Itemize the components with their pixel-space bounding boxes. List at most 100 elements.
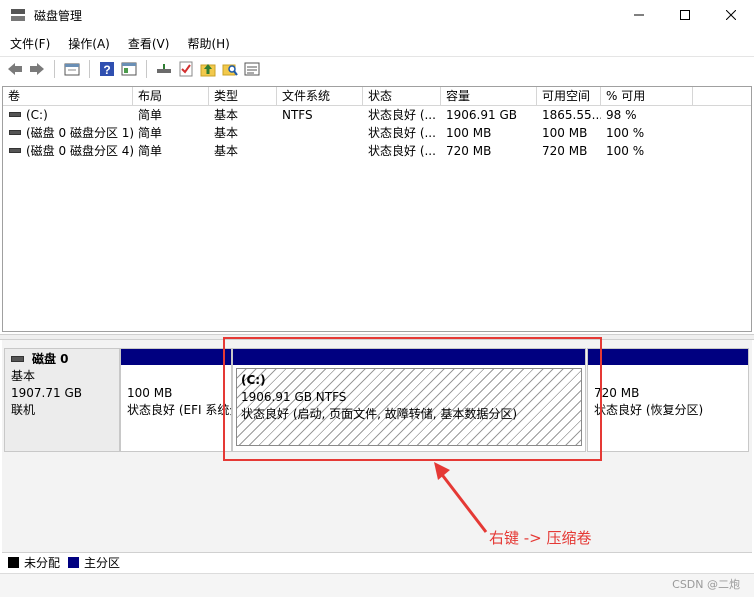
disk-management-icon: [10, 7, 26, 23]
menu-bar: 文件(F) 操作(A) 查看(V) 帮助(H): [0, 32, 754, 54]
col-extra: [693, 87, 751, 105]
cell-filesystem: NTFS: [282, 108, 313, 122]
disk-icon: [11, 355, 24, 362]
cell-free-space: 720 MB: [542, 144, 588, 158]
help-icon: ?: [100, 61, 114, 77]
highlight-box: [223, 337, 602, 461]
cell-status: 状态良好 (...: [368, 144, 436, 158]
list-button[interactable]: [241, 58, 263, 80]
forward-arrow-icon: [30, 62, 44, 75]
table-row[interactable]: (C:) 简单 基本 NTFS 状态良好 (... 1906.91 GB 186…: [3, 106, 751, 124]
cell-type: 基本: [214, 126, 239, 140]
col-free-space[interactable]: 可用空间: [537, 87, 601, 105]
status-bar: [0, 573, 754, 597]
disk-info[interactable]: 磁盘 0 基本 1907.71 GB 联机: [4, 348, 120, 452]
cell-layout: 简单: [138, 144, 163, 158]
legend-swatch: [8, 557, 19, 568]
maximize-icon: [680, 10, 690, 20]
legend-swatch: [68, 557, 80, 568]
connect-button[interactable]: [153, 58, 175, 80]
menu-help[interactable]: 帮助(H): [177, 35, 237, 52]
cell-layout: 简单: [138, 108, 163, 122]
list-icon: [244, 62, 260, 75]
check-button[interactable]: [175, 58, 197, 80]
menu-view[interactable]: 查看(V): [118, 35, 178, 52]
minimize-icon: [634, 14, 644, 16]
menu-action[interactable]: 操作(A): [58, 35, 118, 52]
disk-size: 1907.71 GB: [11, 386, 82, 400]
cell-status: 状态良好 (...: [368, 108, 436, 122]
partition-efi[interactable]: 100 MB 状态良好 (EFI 系统分区): [120, 348, 232, 452]
disk-type: 基本: [11, 369, 36, 383]
cell-percent-free: 100 %: [606, 144, 645, 158]
search-folder-button[interactable]: [219, 58, 241, 80]
disk-status: 联机: [11, 403, 36, 417]
col-status[interactable]: 状态: [363, 87, 441, 105]
close-button[interactable]: [708, 0, 754, 30]
maximize-button[interactable]: [662, 0, 708, 30]
cell-capacity: 100 MB: [446, 126, 492, 140]
partition-status: 状态良好 (恢复分区): [594, 403, 704, 417]
properties-button[interactable]: [118, 58, 140, 80]
check-icon: [179, 61, 193, 76]
partition-bar: [121, 349, 231, 365]
up-folder-icon: [200, 63, 216, 76]
watermark: CSDN @二炮: [672, 578, 740, 591]
cell-free-space: 1865.55...: [542, 108, 601, 122]
up-folder-button[interactable]: [197, 58, 219, 80]
volume-icon: [9, 112, 21, 117]
col-type[interactable]: 类型: [209, 87, 277, 105]
console-icon: [64, 63, 80, 75]
col-percent-free[interactable]: % 可用: [601, 87, 693, 105]
cell-capacity: 1906.91 GB: [446, 108, 517, 122]
connect-icon: [157, 63, 171, 73]
col-volume[interactable]: 卷: [3, 87, 133, 105]
table-row[interactable]: (磁盘 0 磁盘分区 1) 简单 基本 状态良好 (... 100 MB 100…: [3, 124, 751, 142]
back-button[interactable]: [4, 58, 26, 80]
cell-percent-free: 100 %: [606, 126, 645, 140]
volume-table: 卷 布局 类型 文件系统 状态 容量 可用空间 % 可用 (C:) 简单 基本 …: [2, 86, 752, 332]
cell-type: 基本: [214, 108, 239, 122]
volume-table-header: 卷 布局 类型 文件系统 状态 容量 可用空间 % 可用: [3, 87, 751, 106]
cell-volume: (磁盘 0 磁盘分区 1): [26, 126, 133, 140]
partition-status: 状态良好 (EFI 系统分区): [127, 403, 231, 417]
cell-layout: 简单: [138, 126, 163, 140]
legend-item: 主分区: [68, 554, 120, 571]
table-row[interactable]: (磁盘 0 磁盘分区 4) 简单 基本 状态良好 (... 720 MB 720…: [3, 142, 751, 160]
svg-text:?: ?: [103, 63, 110, 77]
partition-recovery[interactable]: 720 MB 状态良好 (恢复分区): [587, 348, 749, 452]
partition-size: 100 MB: [127, 386, 173, 400]
volume-icon: [9, 148, 21, 153]
toolbar: ?: [0, 56, 754, 80]
window-title: 磁盘管理: [34, 8, 83, 23]
disk-name: 磁盘 0: [32, 352, 69, 366]
cell-volume: (磁盘 0 磁盘分区 4): [26, 144, 133, 158]
annotation-arrow-icon: [434, 462, 488, 533]
col-filesystem[interactable]: 文件系统: [277, 87, 363, 105]
title-bar: 磁盘管理: [0, 0, 754, 30]
console-button[interactable]: [61, 58, 83, 80]
cell-type: 基本: [214, 144, 239, 158]
minimize-button[interactable]: [616, 0, 662, 30]
menu-file[interactable]: 文件(F): [0, 35, 58, 52]
help-button[interactable]: ?: [96, 58, 118, 80]
volume-icon: [9, 130, 21, 135]
close-icon: [726, 10, 736, 20]
annotation-text: 右键 -> 压缩卷: [489, 529, 592, 547]
legend-item: 未分配: [8, 554, 60, 571]
legend-label: 主分区: [84, 556, 121, 570]
cell-capacity: 720 MB: [446, 144, 492, 158]
legend-label: 未分配: [24, 556, 61, 570]
col-layout[interactable]: 布局: [133, 87, 209, 105]
col-capacity[interactable]: 容量: [441, 87, 537, 105]
properties-icon: [121, 62, 137, 75]
partition-bar: [588, 349, 748, 365]
cell-percent-free: 98 %: [606, 108, 637, 122]
back-arrow-icon: [8, 62, 22, 75]
legend: 未分配 主分区: [2, 552, 752, 572]
cell-volume: (C:): [26, 108, 48, 122]
forward-button[interactable]: [26, 58, 48, 80]
cell-status: 状态良好 (...: [368, 126, 436, 140]
search-folder-icon: [222, 64, 238, 76]
partition-size: 720 MB: [594, 386, 640, 400]
